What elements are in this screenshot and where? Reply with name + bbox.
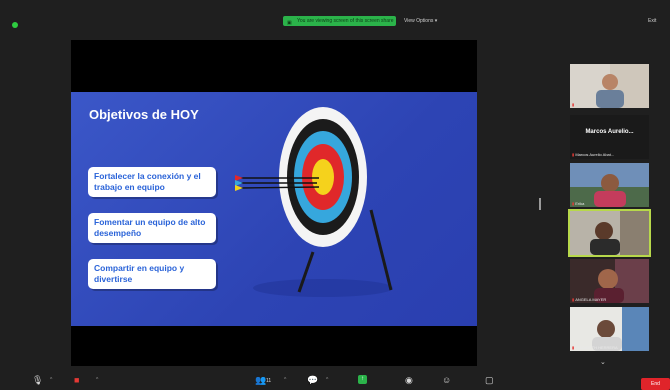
chevron-down-icon[interactable]: ⌄	[600, 358, 606, 366]
participants-icon[interactable]: 👥	[255, 375, 266, 386]
chat-icon[interactable]: 💬	[307, 375, 318, 386]
chevron-up-icon[interactable]: ^	[326, 377, 328, 383]
screen-share-icon: ▣	[287, 20, 292, 26]
mic-muted-icon: ▮	[572, 102, 575, 107]
participant-name-label: ▮ANGELA MAYER	[572, 297, 607, 302]
reactions-icon[interactable]: ☺	[442, 375, 451, 386]
participant-video-tile[interactable]: ▮Erika	[570, 163, 649, 207]
participant-display-name: Marcos Aurelio...	[585, 129, 634, 135]
panel-resize-handle[interactable]	[539, 198, 541, 210]
chevron-up-icon[interactable]: ^	[96, 377, 98, 383]
mic-muted-icon: ▮	[572, 297, 575, 302]
mic-muted-icon: ▮	[572, 201, 575, 206]
shared-screen: Objetivos de HOY Fortalecer la conexión …	[71, 40, 477, 366]
participant-name-label: ▮Erika	[572, 201, 585, 206]
share-screen-icon[interactable]: ↑	[358, 375, 367, 384]
screen-share-banner[interactable]: ▣ You are viewing screen of this screen …	[283, 16, 396, 26]
participant-name-label: ▮ELIZABETH HERRERA	[572, 345, 618, 350]
active-speaker-tile[interactable]	[568, 209, 651, 257]
top-right-control[interactable]: Exit	[648, 18, 656, 24]
objective-text: Fortalecer la conexión y el trabajo en e…	[94, 171, 201, 192]
participant-name-label: ▮ Marcos Aurelio Abat...	[572, 152, 615, 157]
chevron-up-icon[interactable]: ^	[284, 377, 286, 383]
archery-target-illustration	[235, 107, 393, 297]
participant-gallery: ▮ Marcos Aurelio... ▮ Marcos Aurelio Aba…	[563, 60, 655, 360]
participant-video	[570, 64, 649, 108]
participant-video-tile[interactable]: ▮ELIZABETH HERRERA	[570, 307, 649, 351]
record-icon[interactable]: ◉	[405, 375, 413, 386]
objective-card: Compartir en equipo y divertirse	[88, 259, 216, 289]
objective-text: Fomentar un equipo de alto desempeño	[94, 217, 206, 238]
chevron-up-icon[interactable]: ^	[50, 377, 52, 383]
meeting-top-bar: ▣ You are viewing screen of this screen …	[0, 0, 670, 30]
screen-share-text: You are viewing screen of this screen sh…	[297, 18, 394, 24]
presentation-slide: Objetivos de HOY Fortalecer la conexión …	[71, 92, 477, 326]
participant-video	[570, 211, 649, 255]
mic-icon[interactable]: 🎙	[32, 375, 43, 386]
mic-muted-icon: ▮	[572, 345, 575, 350]
end-meeting-button[interactable]: End	[641, 378, 670, 390]
meeting-toolbar: 🎙 ^ ■ ^ 👥 11 ^ 💬 ^ ↑ ◉ ☺ ▢	[0, 372, 670, 390]
objective-text: Compartir en equipo y divertirse	[94, 263, 185, 284]
view-options-menu[interactable]: View Options ▾	[404, 16, 437, 26]
objective-card: Fomentar un equipo de alto desempeño	[88, 213, 216, 243]
participant-video-tile[interactable]: ▮	[570, 64, 649, 108]
participant-name-label: ▮	[572, 102, 575, 107]
participant-video-tile[interactable]: ▮ANGELA MAYER	[570, 259, 649, 303]
objective-card: Fortalecer la conexión y el trabajo en e…	[88, 167, 216, 197]
more-icon[interactable]: ▢	[485, 375, 494, 386]
slide-title: Objetivos de HOY	[89, 107, 199, 122]
participant-name-tile[interactable]: Marcos Aurelio... ▮ Marcos Aurelio Abat.…	[570, 115, 649, 159]
camera-icon[interactable]: ■	[74, 375, 79, 386]
participant-count: 11	[266, 378, 272, 384]
shield-icon[interactable]	[12, 22, 18, 28]
